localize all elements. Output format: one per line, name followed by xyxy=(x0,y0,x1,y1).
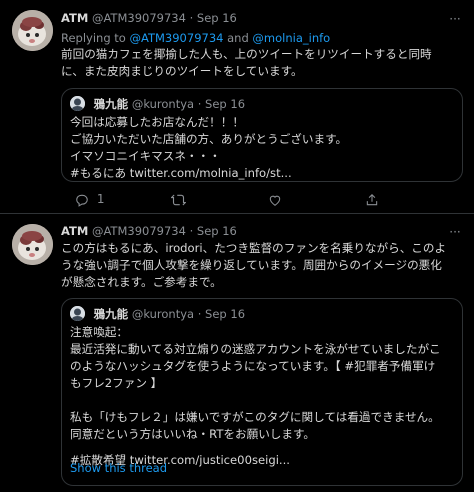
retweet-button[interactable] xyxy=(171,191,186,207)
replying-and: and xyxy=(227,31,249,45)
quote-handle: @kurontya xyxy=(131,307,195,321)
quote-blank-line xyxy=(70,443,454,452)
quote-text-line: のようなハッシュタグを使うようになっています。【 #犯罪者予備軍け xyxy=(70,359,436,373)
quote-text-line: 私も「けもフレ２」は嫌いですがこのタグに関しては看過できません。 xyxy=(70,410,440,424)
quote-avatar-image xyxy=(70,96,85,111)
tweet-text-line: が懸念されます。ご参考まで。 xyxy=(61,275,222,289)
separator-dot: · xyxy=(189,224,194,238)
quote-text-line: 今回は応募したお店なんだ！！！ xyxy=(70,115,244,129)
quote-text-line: #もるにあ twitter.com/molnia_info/st... xyxy=(70,166,292,180)
quote-blank-line xyxy=(70,392,454,409)
heart-icon xyxy=(269,195,281,206)
separator-dot: · xyxy=(197,97,202,111)
reply-icon xyxy=(76,194,88,207)
quoted-tweet[interactable]: 鴉九能 @kurontya · Sep 16 今回は応募したお店なんだ！！！ ご… xyxy=(61,88,463,182)
show-thread-link[interactable]: Show this thread xyxy=(70,460,167,476)
tweet-2[interactable]: ATM @ATM39079734 · Sep 16 ··· この方はもるにあ、i… xyxy=(0,214,474,492)
quote-avatar-image xyxy=(70,306,85,321)
more-options-icon[interactable]: ··· xyxy=(448,226,462,238)
reply-count: 1 xyxy=(96,192,105,206)
tweet-header: ATM @ATM39079734 · Sep 16 xyxy=(61,223,466,239)
separator-dot: · xyxy=(189,11,194,25)
handle[interactable]: @ATM39079734 xyxy=(92,11,186,25)
tweet-date[interactable]: Sep 16 xyxy=(197,224,237,238)
quote-display-name: 鴉九能 xyxy=(93,307,129,321)
tweet-actions: 1 xyxy=(75,191,465,207)
quote-date: Sep 16 xyxy=(205,97,246,111)
quote-text: 今回は応募したお店なんだ！！！ ご協力いただいた店舗の方、ありがとうございます。… xyxy=(70,114,454,182)
tweet-text: 前回の猫カフェを揶揄した人も、上のツイートをリツイートすると同時 に、また皮肉ま… xyxy=(61,46,463,80)
tweet-text: この方はもるにあ、irodori、たつき監督のファンを名乗りながら、このよ うな… xyxy=(61,240,463,291)
avatar-image xyxy=(12,10,53,51)
separator-dot: · xyxy=(197,307,202,321)
more-options-icon[interactable]: ··· xyxy=(448,13,462,25)
tweet-text-line: に、また皮肉まじりのツイートをしています。 xyxy=(61,64,303,78)
display-name[interactable]: ATM xyxy=(61,224,88,238)
quote-header: 鴉九能 @kurontya · Sep 16 xyxy=(70,96,245,112)
quote-text-line: 同意だという方はいいね・RTをお願いします。 xyxy=(70,427,316,441)
handle[interactable]: @ATM39079734 xyxy=(92,224,186,238)
quote-text-line: ご協力いただいた店舗の方、ありがとうございます。 xyxy=(70,132,348,146)
tweet-text-line: この方はもるにあ、irodori、たつき監督のファンを名乗りながら、このよ xyxy=(61,241,447,255)
share-icon xyxy=(366,193,378,205)
display-name[interactable]: ATM xyxy=(61,11,88,25)
quote-header: 鴉九能 @kurontya · Sep 16 xyxy=(70,306,245,322)
quote-text-line: もフレ2ファン 】 xyxy=(70,376,163,390)
mention-link[interactable]: @ATM39079734 xyxy=(130,31,224,45)
tweet-1[interactable]: ATM @ATM39079734 · Sep 16 ··· Replying t… xyxy=(0,0,474,214)
tweet-date[interactable]: Sep 16 xyxy=(197,11,237,25)
quote-text-line: 最近活発に動いてる対立煽りの迷惑アカウントを泳がせていましたがこ xyxy=(70,342,441,356)
quote-text-line: 注意喚起： xyxy=(70,325,128,339)
like-button[interactable] xyxy=(268,191,282,207)
quote-text: 注意喚起： 最近活発に動いてる対立煽りの迷惑アカウントを泳がせていましたがこ の… xyxy=(70,324,454,469)
quote-display-name: 鴉九能 xyxy=(93,97,129,111)
mention-link[interactable]: @molnia_info xyxy=(252,31,330,45)
replying-to: Replying to @ATM39079734 and @molnia_inf… xyxy=(61,30,330,46)
quote-avatar xyxy=(70,306,85,321)
tweet-text-line: 前回の猫カフェを揶揄した人も、上のツイートをリツイートすると同時 xyxy=(61,47,432,61)
tweet-header: ATM @ATM39079734 · Sep 16 xyxy=(61,10,466,26)
reply-button[interactable]: 1 xyxy=(75,191,104,207)
retweet-icon xyxy=(171,194,186,205)
quote-handle: @kurontya xyxy=(131,97,195,111)
quote-date: Sep 16 xyxy=(205,307,246,321)
tweet-text-line: うな強い調子で個人攻撃を繰り返しています。周囲からのイメージの悪化 xyxy=(61,258,442,272)
quoted-tweet[interactable]: 鴉九能 @kurontya · Sep 16 注意喚起： 最近活発に動いてる対立… xyxy=(61,298,463,486)
avatar-image xyxy=(12,224,53,265)
quote-text-line: イマソコニイキマスネ・・・ xyxy=(70,149,221,163)
avatar[interactable] xyxy=(12,224,53,265)
quote-avatar xyxy=(70,96,85,111)
share-button[interactable] xyxy=(365,191,379,207)
avatar[interactable] xyxy=(12,10,53,51)
replying-prefix: Replying to xyxy=(61,31,126,45)
